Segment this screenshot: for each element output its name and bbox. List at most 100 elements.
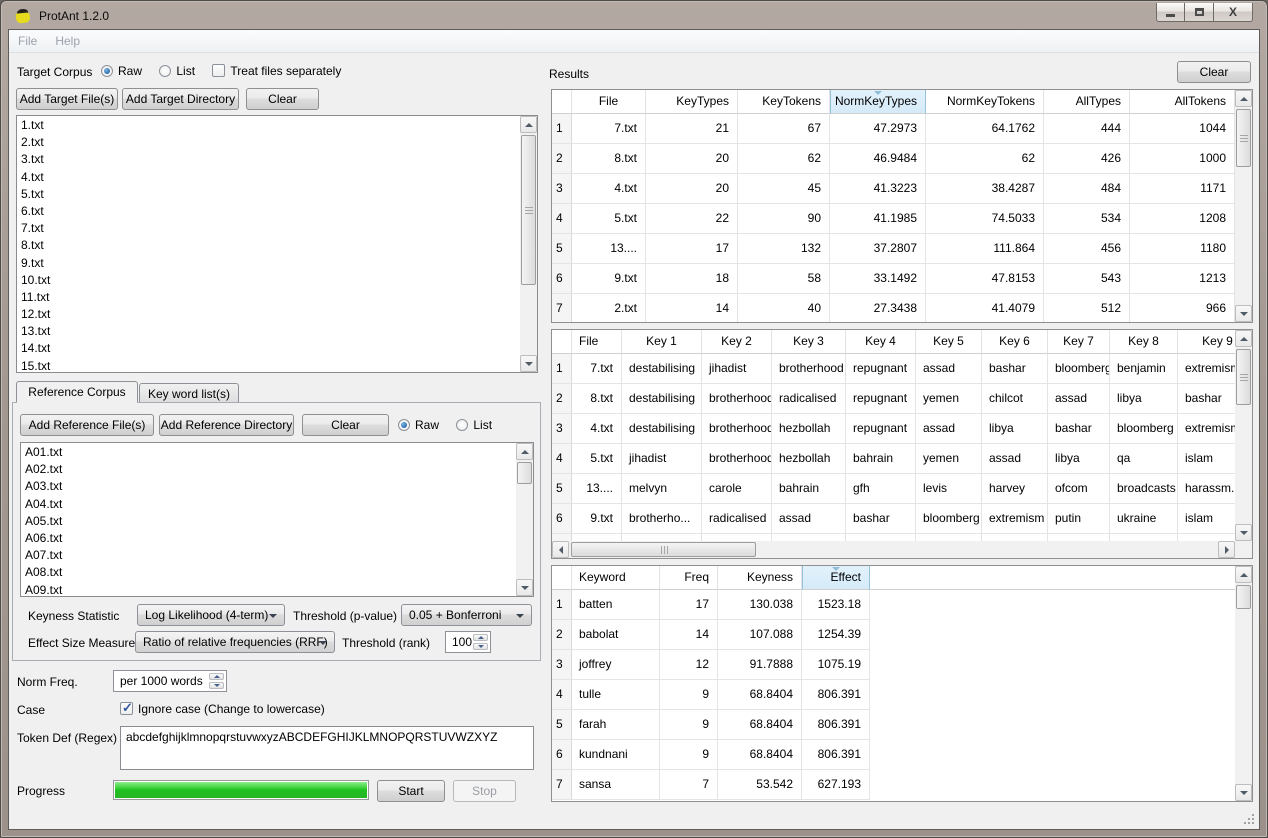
table-row[interactable]: 3 4.txt 20 45 41.3223 38.4287 484 1171: [552, 174, 1235, 204]
column-header-key5[interactable]: Key 5: [916, 330, 982, 354]
scroll-up-button[interactable]: [1235, 330, 1252, 347]
scrollbar-thumb[interactable]: [1236, 585, 1251, 609]
table-row[interactable]: 4 5.txt jihadist brotherhood hezbollah b…: [552, 444, 1235, 474]
column-header-key6[interactable]: Key 6: [982, 330, 1048, 354]
reference-file-item[interactable]: A08.txt: [21, 564, 515, 581]
scroll-down-button[interactable]: [1235, 305, 1252, 322]
column-header-keytypes[interactable]: KeyTypes: [646, 90, 738, 114]
table-row[interactable]: 7 2.txt 14 40 27.3438 41.4079 512 966: [552, 294, 1235, 322]
column-header-key8[interactable]: Key 8: [1110, 330, 1178, 354]
column-header-file[interactable]: File: [572, 90, 646, 114]
column-header-key9[interactable]: Key 9: [1178, 330, 1235, 354]
column-header-normkeytokens[interactable]: NormKeyTokens: [926, 90, 1044, 114]
target-file-item[interactable]: 2.txt: [17, 134, 519, 151]
reference-clear-button[interactable]: Clear: [302, 414, 389, 436]
spin-down-button[interactable]: [209, 682, 224, 689]
target-file-item[interactable]: 1.txt: [17, 117, 519, 134]
results-clear-button[interactable]: Clear: [1177, 61, 1251, 83]
add-reference-files-button[interactable]: Add Reference File(s): [20, 414, 154, 436]
reference-file-item[interactable]: A07.txt: [21, 547, 515, 564]
column-header-key1[interactable]: Key 1: [622, 330, 702, 354]
column-header-key7[interactable]: Key 7: [1048, 330, 1110, 354]
table-row[interactable]: 7 sansa 7 53.542 627.193: [552, 770, 1235, 800]
table-row[interactable]: 2 8.txt 20 62 46.9484 62 426 1000: [552, 144, 1235, 174]
target-file-item[interactable]: 13.txt: [17, 323, 519, 340]
scroll-down-button[interactable]: [1235, 784, 1252, 801]
column-header-effect[interactable]: Effect: [802, 566, 870, 590]
add-target-files-button[interactable]: Add Target File(s): [16, 88, 118, 110]
table-row[interactable]: 2 babolat 14 107.088 1254.39: [552, 620, 1235, 650]
effect-size-select[interactable]: Ratio of relative frequencies (RRF): [135, 631, 335, 653]
target-file-listbox[interactable]: 1.txt2.txt3.txt4.txt5.txt6.txt7.txt8.txt…: [16, 115, 538, 373]
column-header-alltypes[interactable]: AllTypes: [1044, 90, 1130, 114]
target-file-item[interactable]: 6.txt: [17, 203, 519, 220]
column-header-key3[interactable]: Key 3: [772, 330, 846, 354]
scroll-down-button[interactable]: [520, 355, 537, 372]
target-file-item[interactable]: 11.txt: [17, 289, 519, 306]
scroll-left-button[interactable]: [552, 541, 569, 558]
column-header-key2[interactable]: Key 2: [702, 330, 772, 354]
reference-file-item[interactable]: A05.txt: [21, 513, 515, 530]
table-row[interactable]: 5 13.... 17 132 37.2807 111.864 456 1180: [552, 234, 1235, 264]
column-header-normkeytypes[interactable]: NormKeyTypes: [830, 90, 926, 114]
scroll-right-button[interactable]: [1218, 541, 1235, 558]
reference-file-item[interactable]: A04.txt: [21, 496, 515, 513]
table-row[interactable]: 1 7.txt destabilising jihadist brotherho…: [552, 354, 1235, 384]
column-header-file[interactable]: File: [572, 330, 622, 354]
reference-file-item[interactable]: A06.txt: [21, 530, 515, 547]
reference-file-item[interactable]: A01.txt: [21, 444, 515, 461]
spin-up-button[interactable]: [473, 634, 488, 641]
title-bar[interactable]: ProtAnt 1.2.0 X: [3, 3, 1265, 29]
keyness-statistic-select[interactable]: Log Likelihood (4-term): [137, 604, 285, 626]
target-raw-radio[interactable]: [101, 65, 113, 77]
scroll-down-button[interactable]: [1235, 524, 1252, 541]
column-header-keyness[interactable]: Keyness: [718, 566, 802, 590]
target-file-item[interactable]: 5.txt: [17, 186, 519, 203]
target-file-item[interactable]: 9.txt: [17, 255, 519, 272]
column-header-freq[interactable]: Freq: [660, 566, 718, 590]
spin-down-button[interactable]: [473, 643, 488, 650]
table-row[interactable]: 5 13.... melvyn carole bahrain gfh levis…: [552, 474, 1235, 504]
target-file-item[interactable]: 8.txt: [17, 237, 519, 254]
target-list-radio[interactable]: [159, 65, 171, 77]
table-row[interactable]: 3 joffrey 12 91.7888 1075.19: [552, 650, 1235, 680]
spin-up-button[interactable]: [209, 673, 224, 680]
tab-reference-corpus[interactable]: Reference Corpus: [16, 381, 138, 403]
menu-help[interactable]: Help: [55, 34, 80, 48]
target-file-item[interactable]: 3.txt: [17, 151, 519, 168]
table-row[interactable]: 2 8.txt destabilising brotherhood radica…: [552, 384, 1235, 414]
ignore-case-checkbox[interactable]: [120, 702, 133, 715]
token-def-input[interactable]: abcdefghijklmnopqrstuvwxyzABCDEFGHIJKLMN…: [120, 726, 534, 770]
threshold-pvalue-select[interactable]: 0.05 + Bonferroni: [401, 604, 532, 626]
table-row[interactable]: 1 batten 17 130.038 1523.18: [552, 590, 1235, 620]
scroll-up-button[interactable]: [1235, 90, 1252, 107]
scroll-down-button[interactable]: [516, 579, 533, 596]
target-file-item[interactable]: 15.txt: [17, 358, 519, 372]
treat-separately-checkbox[interactable]: [212, 64, 225, 77]
scrollbar-thumb[interactable]: [1236, 109, 1251, 167]
table-row[interactable]: 6 kundnani 9 68.8404 806.391: [552, 740, 1235, 770]
table-row[interactable]: 6 9.txt 18 58 33.1492 47.8153 543 1213: [552, 264, 1235, 294]
table-row[interactable]: 4 5.txt 22 90 41.1985 74.5033 534 1208: [552, 204, 1235, 234]
add-reference-directory-button[interactable]: Add Reference Directory: [159, 414, 294, 436]
scrollbar-thumb[interactable]: [517, 462, 532, 484]
target-clear-button[interactable]: Clear: [246, 88, 319, 110]
target-file-item[interactable]: 12.txt: [17, 306, 519, 323]
table-row[interactable]: 4 tulle 9 68.8404 806.391: [552, 680, 1235, 710]
reference-file-item[interactable]: A03.txt: [21, 478, 515, 495]
scrollbar-thumb[interactable]: [571, 542, 756, 557]
table-row[interactable]: 7 2.txt: [552, 534, 1235, 541]
column-header-key4[interactable]: Key 4: [846, 330, 916, 354]
column-header-keytokens[interactable]: KeyTokens: [738, 90, 830, 114]
target-file-item[interactable]: 14.txt: [17, 340, 519, 357]
column-header-keyword[interactable]: Keyword: [572, 566, 660, 590]
norm-freq-spinner[interactable]: per 1000 words: [113, 670, 227, 692]
target-file-item[interactable]: 10.txt: [17, 272, 519, 289]
close-button[interactable]: X: [1214, 3, 1253, 22]
target-file-item[interactable]: 7.txt: [17, 220, 519, 237]
threshold-rank-spinner[interactable]: 100: [445, 631, 491, 653]
add-target-directory-button[interactable]: Add Target Directory: [122, 88, 239, 110]
table-row[interactable]: 1 7.txt 21 67 47.2973 64.1762 444 1044: [552, 114, 1235, 144]
table-row[interactable]: 6 9.txt brotherho... radicalised assad b…: [552, 504, 1235, 534]
start-button[interactable]: Start: [377, 780, 445, 802]
